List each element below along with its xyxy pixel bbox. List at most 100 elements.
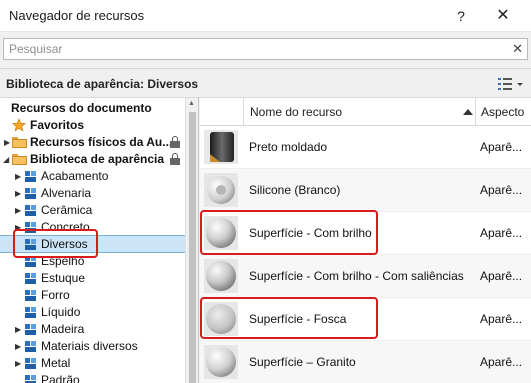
material-swatch-icon bbox=[204, 216, 238, 250]
star-icon bbox=[12, 118, 26, 132]
tree-item-biblioteca-aparencia[interactable]: ◢ Biblioteca de aparência bbox=[0, 151, 185, 168]
tree-scrollbar[interactable]: ▲ bbox=[185, 98, 198, 383]
tree-item-label: Forro bbox=[41, 288, 70, 302]
scrollbar-thumb[interactable] bbox=[189, 112, 196, 383]
library-icon bbox=[25, 341, 37, 352]
tree-section-document-resources[interactable]: Recursos do documento bbox=[0, 100, 185, 117]
library-icon bbox=[25, 256, 37, 267]
tree-item-madeira[interactable]: ▶ Madeira bbox=[0, 321, 185, 338]
library-icon bbox=[25, 290, 37, 301]
tree-item-label: Estuque bbox=[41, 271, 86, 285]
tree-item-label: Metal bbox=[41, 356, 71, 370]
tree-item-label: Materiais diversos bbox=[41, 339, 138, 353]
material-swatch-icon bbox=[204, 130, 238, 164]
library-icon bbox=[25, 358, 37, 369]
material-swatch-icon bbox=[204, 345, 238, 379]
tree-item-label: Recursos físicos da Au... bbox=[30, 135, 173, 149]
view-options-button[interactable] bbox=[495, 74, 525, 94]
tree-item-estuque[interactable]: Estuque bbox=[0, 270, 185, 287]
search-box: ✕ bbox=[3, 38, 528, 60]
library-icon bbox=[25, 188, 37, 199]
tree-item-label: Acabamento bbox=[41, 169, 109, 183]
library-icon bbox=[25, 222, 37, 233]
tree-item-label: Líquido bbox=[41, 305, 81, 319]
library-icon bbox=[25, 205, 37, 216]
tree-item-espelho[interactable]: Espelho bbox=[0, 253, 185, 270]
window-title: Navegador de recursos bbox=[9, 8, 145, 23]
library-title: Biblioteca de aparência: Diversos bbox=[6, 77, 199, 91]
clear-search-icon[interactable]: ✕ bbox=[512, 41, 523, 57]
grid-row-silicone[interactable]: Silicone (Branco) Aparê... bbox=[200, 169, 531, 212]
column-header-name[interactable]: Nome do recurso bbox=[243, 98, 475, 126]
grid-row-superficie-fosca[interactable]: Superfície - Fosca Aparê... bbox=[200, 298, 531, 341]
library-icon bbox=[25, 375, 37, 383]
tree-item-alvenaria[interactable]: ▶ Alvenaria bbox=[0, 185, 185, 202]
tree-item-materiais-diversos[interactable]: ▶ Materiais diversos bbox=[0, 338, 185, 355]
folder-icon bbox=[12, 137, 27, 148]
tree-item-recursos-fisicos[interactable]: ▶ Recursos físicos da Au... bbox=[0, 134, 185, 151]
tree-item-label: Cerâmica bbox=[41, 203, 93, 217]
tree-item-acabamento[interactable]: ▶ Acabamento bbox=[0, 168, 185, 185]
tree-item-diversos[interactable]: Diversos bbox=[0, 235, 185, 253]
column-header-label: Aspecto bbox=[481, 105, 525, 119]
chevron-down-icon bbox=[517, 83, 523, 86]
resource-name: Superfície - Fosca bbox=[249, 312, 347, 326]
resource-name: Preto moldado bbox=[249, 140, 328, 154]
expand-arrow-icon[interactable]: ▶ bbox=[15, 185, 23, 202]
resource-name: Superfície - Com brilho - Com saliências bbox=[249, 269, 464, 283]
column-header-label: Nome do recurso bbox=[250, 105, 343, 119]
library-icon bbox=[25, 307, 37, 318]
tree-item-label: Concreto bbox=[41, 220, 90, 234]
tree-item-favoritos[interactable]: Favoritos bbox=[0, 117, 185, 134]
resource-aspect: Aparê... bbox=[480, 226, 523, 240]
tree-item-label: Madeira bbox=[41, 322, 85, 336]
expand-arrow-icon[interactable]: ▶ bbox=[15, 355, 23, 372]
column-header-aspect[interactable]: Aspecto bbox=[475, 98, 531, 126]
help-button[interactable]: ? bbox=[448, 3, 474, 29]
grid-row-preto-moldado[interactable]: Preto moldado Aparê... bbox=[200, 126, 531, 169]
tree-item-label: Padrão bbox=[41, 373, 80, 383]
tree-item-label: Biblioteca de aparência bbox=[30, 152, 165, 166]
library-icon bbox=[25, 324, 37, 335]
tree-item-concreto[interactable]: ▶ Concreto bbox=[0, 219, 185, 236]
tree-item-metal[interactable]: ▶ Metal bbox=[0, 355, 185, 372]
material-swatch-icon bbox=[204, 259, 238, 293]
resource-name: Superfície - Com brilho bbox=[249, 226, 372, 240]
folder-icon bbox=[12, 154, 27, 165]
expand-arrow-icon[interactable]: ▶ bbox=[15, 338, 23, 355]
sort-ascending-icon[interactable] bbox=[463, 109, 473, 115]
resource-name: Superfície – Granito bbox=[249, 355, 356, 369]
expand-arrow-icon[interactable]: ▶ bbox=[15, 219, 23, 236]
close-button[interactable]: ✕ bbox=[490, 3, 516, 29]
grid-row-superficie-granito[interactable]: Superfície – Granito Aparê... bbox=[200, 341, 531, 383]
library-icon bbox=[25, 239, 37, 250]
resource-aspect: Aparê... bbox=[480, 183, 523, 197]
resource-aspect: Aparê... bbox=[480, 269, 523, 283]
expand-arrow-icon[interactable]: ▶ bbox=[15, 321, 23, 338]
tree-section-label: Recursos do documento bbox=[11, 101, 152, 115]
grid-header: Nome do recurso Aspecto bbox=[200, 98, 531, 126]
tree-item-label: Espelho bbox=[41, 254, 85, 268]
grid-row-superficie-com-brilho[interactable]: Superfície - Com brilho Aparê... bbox=[200, 212, 531, 255]
tree-item-label: Favoritos bbox=[30, 118, 85, 132]
grid-row-superficie-com-saliencias[interactable]: Superfície - Com brilho - Com saliências… bbox=[200, 255, 531, 298]
tree-item-ceramica[interactable]: ▶ Cerâmica bbox=[0, 202, 185, 219]
title-bar: Navegador de recursos ? ✕ bbox=[0, 0, 531, 32]
expand-arrow-icon[interactable]: ▶ bbox=[15, 202, 23, 219]
material-swatch-icon bbox=[204, 302, 238, 336]
expand-arrow-icon[interactable]: ▶ bbox=[15, 168, 23, 185]
tree-item-forro[interactable]: Forro bbox=[0, 287, 185, 304]
search-input[interactable] bbox=[4, 39, 484, 59]
resource-aspect: Aparê... bbox=[480, 355, 523, 369]
tree-item-liquido[interactable]: Líquido bbox=[0, 304, 185, 321]
library-icon bbox=[25, 171, 37, 182]
resource-grid: Nome do recurso Aspecto Preto moldado Ap… bbox=[200, 98, 531, 383]
collapse-arrow-icon[interactable]: ◢ bbox=[3, 151, 11, 168]
lock-icon bbox=[170, 136, 180, 149]
library-tree: Recursos do documento Favoritos ▶ Recurs… bbox=[0, 98, 199, 383]
expand-arrow-icon[interactable]: ▶ bbox=[4, 134, 12, 151]
library-header: Biblioteca de aparência: Diversos bbox=[0, 68, 531, 98]
tree-item-label: Alvenaria bbox=[41, 186, 92, 200]
tree-item-padrao[interactable]: Padrão bbox=[0, 372, 185, 383]
scroll-up-icon[interactable]: ▲ bbox=[188, 100, 195, 107]
